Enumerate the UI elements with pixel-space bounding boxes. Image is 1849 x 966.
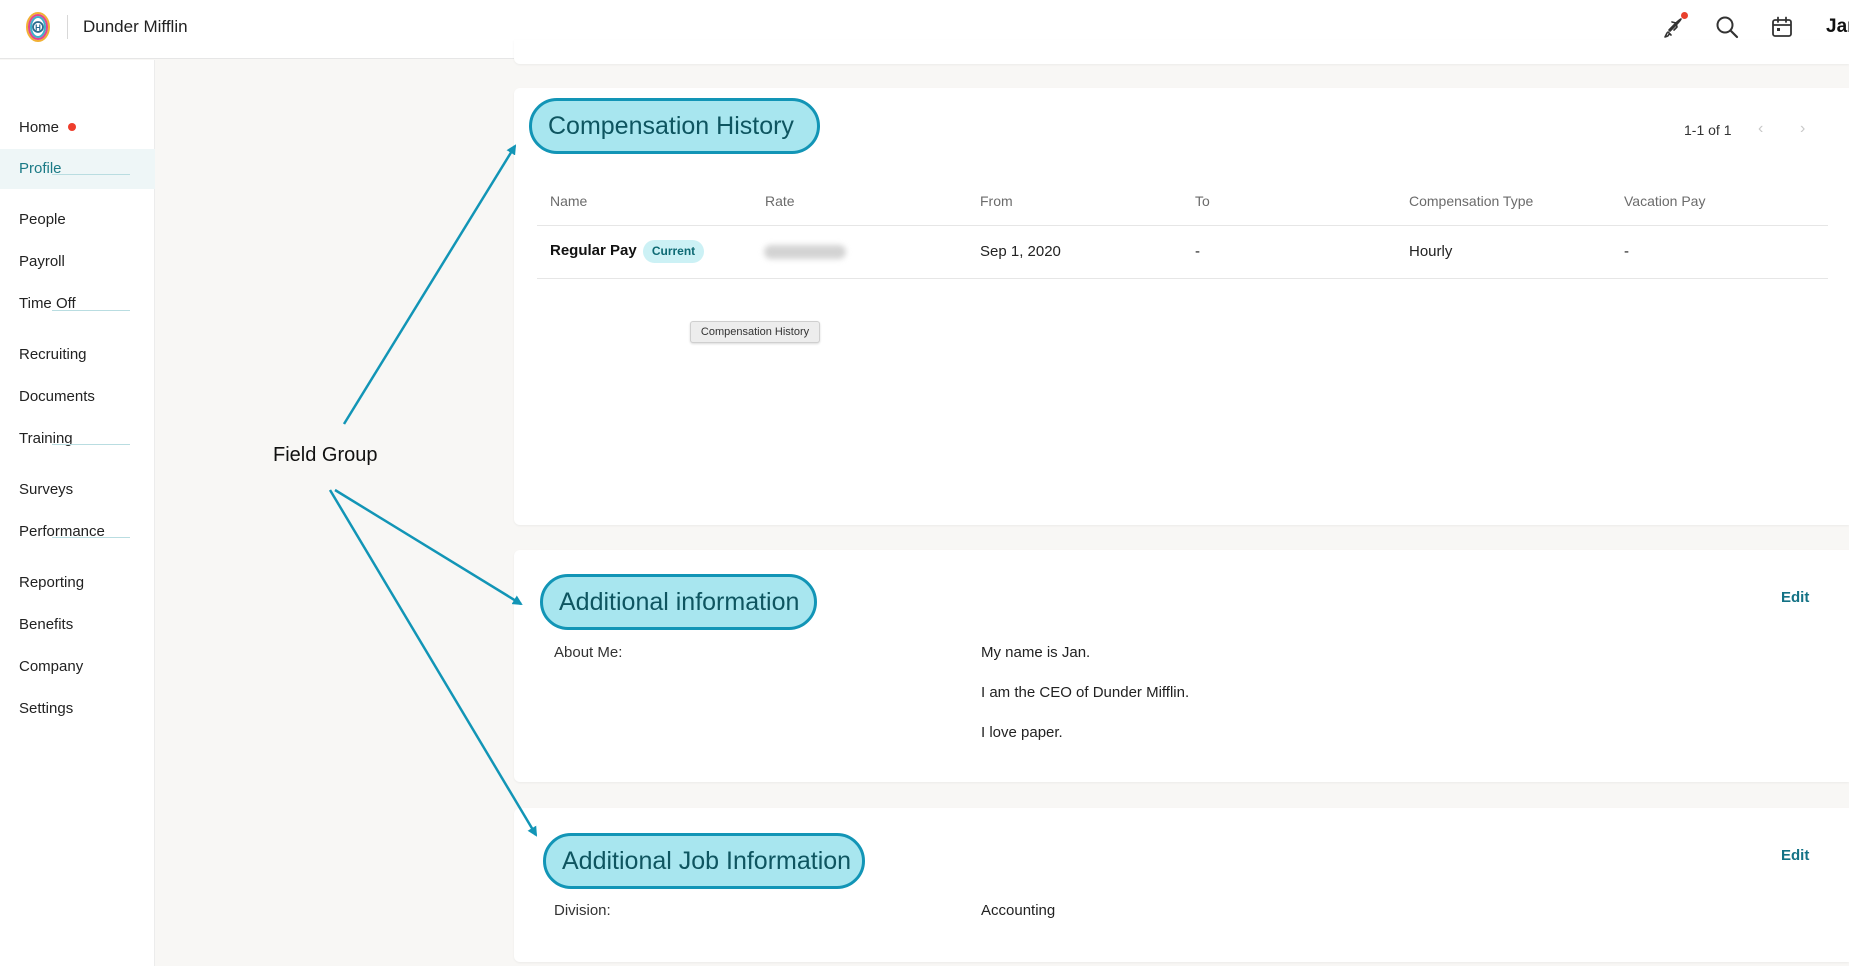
sidebar-item-label: Company — [19, 658, 84, 675]
column-header-to[interactable]: To — [1195, 193, 1210, 209]
sidebar-item-surveys[interactable]: Surveys — [0, 470, 155, 510]
sidebar-item-label: Reporting — [19, 574, 85, 591]
table-header-divider — [537, 225, 1828, 226]
sidebar-item-people[interactable]: People — [0, 200, 155, 240]
sidebar-item-profile[interactable]: Profile — [0, 149, 155, 189]
sidebar-item-reporting[interactable]: Reporting — [0, 563, 155, 603]
chevron-left-icon[interactable]: ‹ — [1758, 120, 1763, 138]
tooltip: Compensation History — [690, 321, 820, 343]
table-row-divider — [537, 278, 1828, 279]
annotation-arrow — [334, 488, 523, 606]
sidebar-item-benefits[interactable]: Benefits — [0, 605, 155, 645]
sidebar-item-label: Home — [19, 119, 60, 136]
sidebar-divider — [52, 537, 130, 538]
column-header-rate[interactable]: Rate — [765, 193, 795, 209]
sidebar-item-documents[interactable]: Documents — [0, 377, 155, 417]
compensation-type: Hourly — [1409, 243, 1453, 260]
edit-job-information-button[interactable]: Edit — [1781, 847, 1809, 864]
sidebar-item-label: Settings — [19, 700, 74, 717]
annotation-arrow — [328, 489, 538, 837]
about-me-line: I love paper. — [981, 724, 1063, 741]
division-label: Division: — [554, 902, 611, 919]
compensation-history-title: Compensation History — [529, 98, 820, 154]
sidebar-divider — [52, 310, 130, 311]
sidebar-item-performance[interactable]: Performance — [0, 512, 155, 552]
sidebar-item-home[interactable]: Home — [0, 108, 155, 148]
rate-value-redacted — [764, 245, 846, 259]
search-icon[interactable] — [1714, 14, 1740, 40]
field-group-annotation-label: Field Group — [273, 444, 378, 466]
logo-divider — [67, 15, 68, 39]
sidebar-item-training[interactable]: Training — [0, 419, 155, 459]
sidebar-item-payroll[interactable]: Payroll — [0, 242, 155, 282]
about-me-line: My name is Jan. — [981, 644, 1091, 661]
sidebar-item-label: Benefits — [19, 616, 74, 633]
sidebar-item-company[interactable]: Company — [0, 647, 155, 687]
previous-card — [514, 40, 1849, 64]
compensation-from: Sep 1, 2020 — [980, 243, 1061, 260]
sidebar-item-recruiting[interactable]: Recruiting — [0, 335, 155, 375]
about-me-line: I am the CEO of Dunder Mifflin. — [981, 684, 1190, 701]
compensation-name: Regular Pay — [550, 242, 637, 259]
sidebar-item-label: Recruiting — [19, 346, 87, 363]
column-header-compensation-type[interactable]: Compensation Type — [1409, 193, 1533, 209]
status-badge: Current — [643, 240, 704, 263]
additional-job-information-title: Additional Job Information — [543, 833, 865, 889]
notification-dot — [68, 123, 77, 131]
chevron-right-icon[interactable]: › — [1800, 120, 1805, 138]
company-name: Dunder Mifflin — [83, 17, 188, 36]
notification-dot — [1681, 12, 1688, 19]
svg-text:H: H — [35, 24, 41, 33]
sidebar-item-label: Surveys — [19, 481, 74, 498]
column-header-vacation-pay[interactable]: Vacation Pay — [1624, 193, 1705, 209]
sidebar-item-settings[interactable]: Settings — [0, 689, 155, 729]
sidebar-item-label: People — [19, 211, 66, 228]
sidebar-divider — [52, 444, 130, 445]
additional-information-title: Additional information — [540, 574, 817, 630]
pagination-label: 1-1 of 1 — [1684, 122, 1732, 138]
compensation-vacation-pay: - — [1624, 243, 1629, 260]
edit-additional-information-button[interactable]: Edit — [1781, 589, 1809, 606]
company-logo-icon[interactable]: H — [24, 10, 52, 44]
user-name[interactable]: Jan — [1826, 16, 1849, 38]
division-value: Accounting — [981, 902, 1056, 919]
sidebar-item-time-off[interactable]: Time Off — [0, 284, 155, 324]
sidebar-item-label: Documents — [19, 388, 95, 405]
column-header-name[interactable]: Name — [550, 193, 587, 209]
column-header-from[interactable]: From — [980, 193, 1013, 209]
compensation-to: - — [1195, 243, 1200, 260]
calendar-icon[interactable] — [1769, 14, 1795, 40]
sidebar-item-label: Payroll — [19, 253, 65, 270]
annotation-arrow — [342, 144, 517, 425]
sidebar-nav: Home Profile People Payroll Time Off Rec… — [0, 60, 155, 966]
about-me-label: About Me: — [554, 644, 623, 661]
sidebar-divider — [52, 174, 130, 175]
